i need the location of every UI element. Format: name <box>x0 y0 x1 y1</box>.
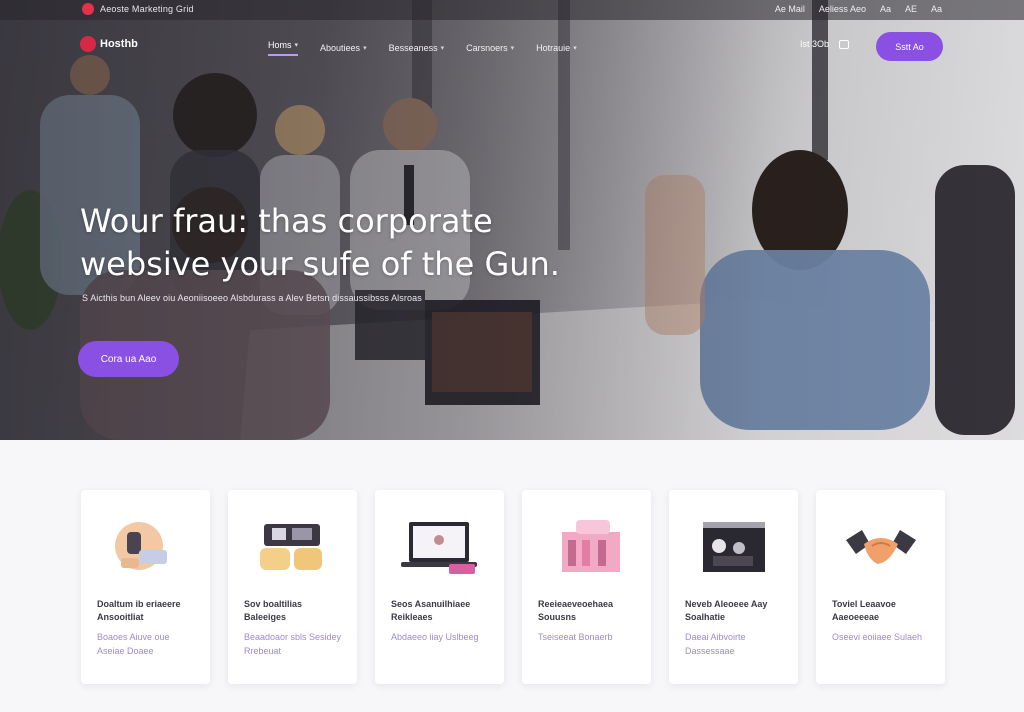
top-brand-text: Aeoste Marketing Grid <box>100 4 194 14</box>
top-brand[interactable]: Aeoste Marketing Grid <box>82 3 194 15</box>
logo-icon <box>80 36 96 52</box>
card-title: Sov boaltilias Baleeiges <box>244 599 303 622</box>
service-card[interactable]: Doaltum ib eriaeere Ansooitliat Boaoes A… <box>81 490 210 684</box>
nav-item-home[interactable]: Homs ▾ <box>268 40 299 56</box>
nav-item-business[interactable]: Besseaness ▾ <box>389 40 445 56</box>
service-card[interactable]: Seos Asanuilhiaee Reikleaes Abdaeeo iiay… <box>375 490 504 684</box>
nav-item-about[interactable]: Aboutiees ▾ <box>320 40 367 56</box>
chevron-down-icon: ▾ <box>573 45 577 52</box>
chevron-down-icon: ▾ <box>510 45 515 52</box>
card-title: Toviel Leaavoe Aaeoeeeae <box>832 599 896 622</box>
chevron-down-icon: ▾ <box>294 42 299 49</box>
chevron-down-icon: ▾ <box>440 45 445 52</box>
nav-item-label: Besseaness <box>388 43 438 53</box>
building-illustration-icon <box>540 514 634 580</box>
top-link-lang[interactable]: Aa <box>880 4 891 14</box>
top-link-social-2[interactable]: Aa <box>931 4 942 14</box>
service-card[interactable]: Toviel Leaavoe Aaeoeeeae Oseevi eoiiaee … <box>816 490 945 684</box>
nav-item-label: Aboutiees <box>320 43 361 53</box>
card-description: Beaadoaor sbls Sesidey Rrebeuat <box>244 632 342 656</box>
card-title: Seos Asanuilhiaee Reikleaes <box>391 599 471 622</box>
card-description: Boaoes Aiuve oue Aseiae Doaee <box>97 632 170 656</box>
hero-subtitle: S Aicthis bun Aleev oiu Aeoniisoeeo Alsb… <box>82 293 422 303</box>
nav-utilities: Ist 3Ob <box>800 39 850 49</box>
service-cards: Doaltum ib eriaeere Ansooitliat Boaoes A… <box>81 490 945 684</box>
nav-item-label: Homs <box>268 40 292 50</box>
top-link-social-1[interactable]: AE <box>905 4 917 14</box>
office-screen-illustration-icon <box>687 514 781 580</box>
card-title: Doaltum ib eriaeere Ansooitliat <box>97 599 181 622</box>
top-link-mail[interactable]: Ae Mail <box>775 4 805 14</box>
laptop-illustration-icon <box>393 514 487 580</box>
service-card[interactable]: Neveb Aleoeee Aay Soalhatie Daeai Aibvoi… <box>669 490 798 684</box>
hero-headline-line-2: websive your sufe of the Gun. <box>80 245 560 283</box>
card-description: Abdaeeo iiay Uslbeeg <box>391 632 479 642</box>
main-navigation: Hosthb Homs ▾ Aboutiees ▾ Besseaness ▾ C… <box>0 26 1024 66</box>
cart-icon[interactable] <box>839 39 850 49</box>
card-title: Reeieaeveoehaea Souusns <box>538 599 614 622</box>
top-link-address[interactable]: Aeliess Aeo <box>819 4 866 14</box>
hero-headline: Wour frau: thas corporate websive your s… <box>80 200 640 286</box>
top-info-bar: Aeoste Marketing Grid Ae Mail Aeliess Ae… <box>0 0 1024 20</box>
nav-item-resources[interactable]: Hotrauie ▾ <box>536 40 577 56</box>
nav-menu: Homs ▾ Aboutiees ▾ Besseaness ▾ Carsnoer… <box>268 40 577 56</box>
hero-cta-button[interactable]: Cora ua Aao <box>78 341 179 377</box>
hero-headline-line-1: Wour frau: thas corporate <box>80 202 493 240</box>
brand-mini-icon <box>82 3 94 15</box>
logo-text: Hosthb <box>100 38 138 50</box>
service-card[interactable]: Reeieaeveoehaea Souusns Tseiseeat Bonaer… <box>522 490 651 684</box>
site-logo[interactable]: Hosthb <box>80 36 138 52</box>
service-card[interactable]: Sov boaltilias Baleeiges Beaadoaor sbls … <box>228 490 357 684</box>
nav-item-label: Carsnoers <box>466 43 508 53</box>
card-title: Neveb Aleoeee Aay Soalhatie <box>685 599 768 622</box>
nav-item-careers[interactable]: Carsnoers ▾ <box>466 40 514 56</box>
nav-item-label: Hotrauie <box>536 43 571 53</box>
card-description: Oseevi eoiiaee Sulaeh <box>832 632 923 642</box>
team-work-illustration-icon <box>246 514 340 580</box>
card-description: Daeai Aibvoirte Dassessaae <box>685 632 746 656</box>
handshake-icon <box>834 514 928 580</box>
chevron-down-icon: ▾ <box>363 45 367 52</box>
top-links: Ae Mail Aeliess Aeo Aa AE Aa <box>775 4 942 14</box>
card-description: Tseiseeat Bonaerb <box>538 632 613 642</box>
nav-cta-button[interactable]: Sstt Ao <box>876 32 943 61</box>
nav-utility-text[interactable]: Ist 3Ob <box>800 39 829 49</box>
meeting-illustration-icon <box>99 514 193 580</box>
